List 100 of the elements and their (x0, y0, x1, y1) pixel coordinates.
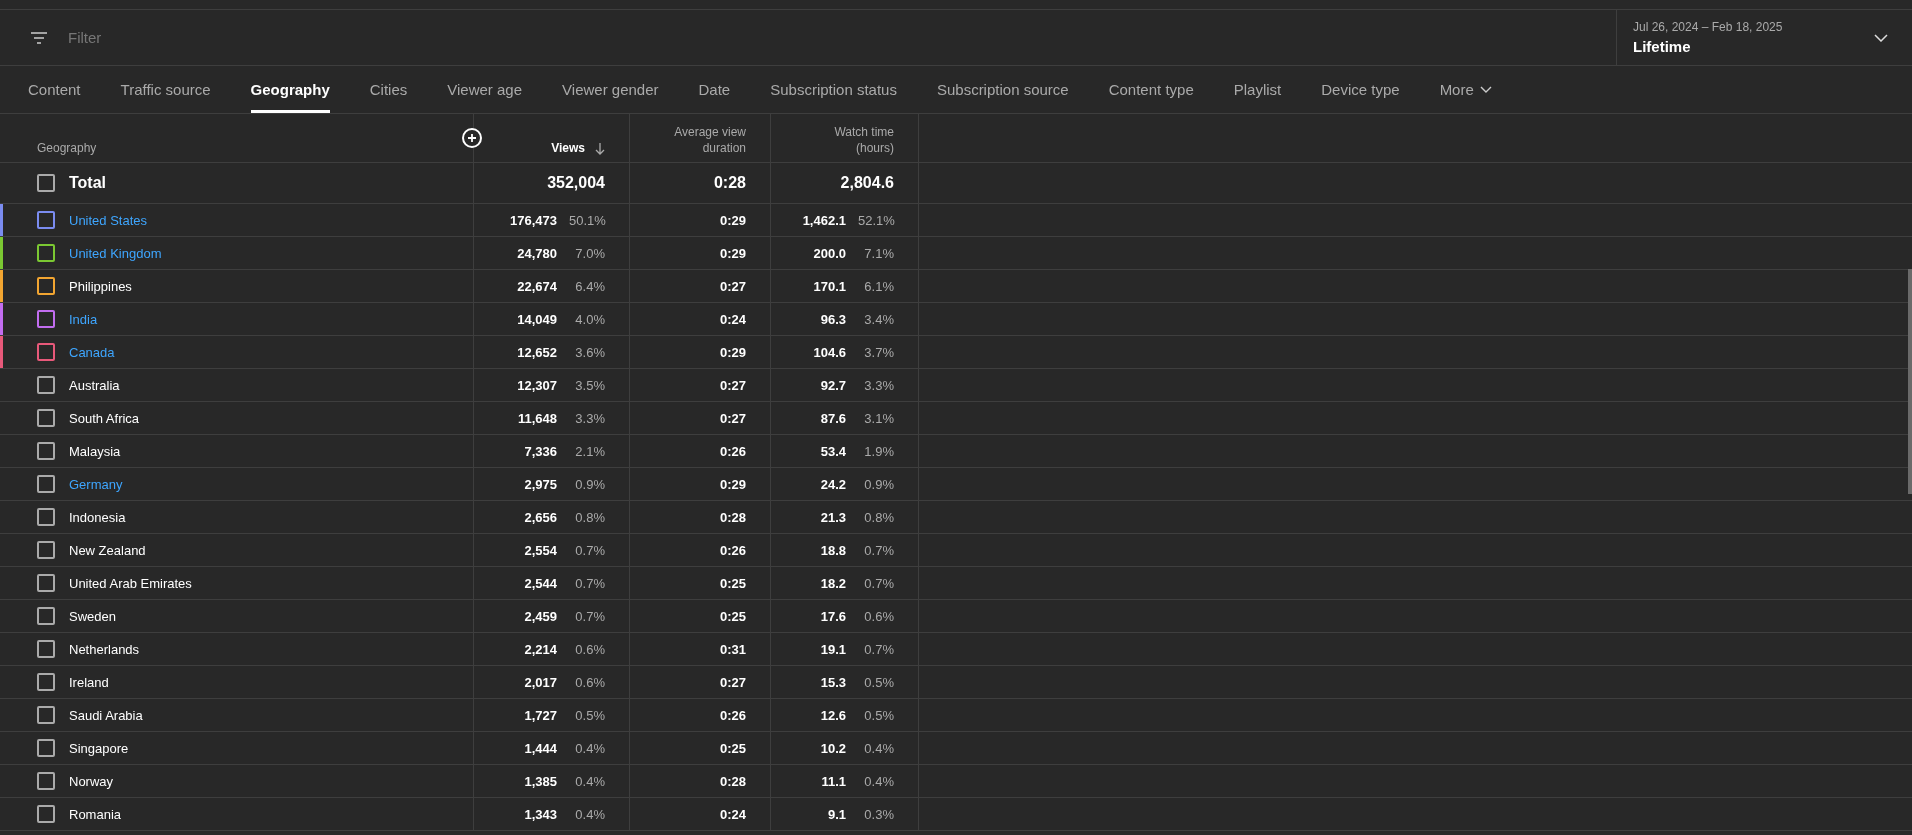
column-header: Average view duration (673, 124, 746, 156)
checkbox[interactable] (37, 574, 55, 592)
total-label: Total (69, 174, 107, 192)
table-cell: 0:29 (719, 245, 746, 261)
table-cell-text: 7.0% (574, 245, 605, 261)
filter-icon[interactable] (30, 30, 48, 45)
add-column-button[interactable] (462, 128, 482, 148)
filter-input[interactable]: Filter (66, 28, 470, 47)
table-cell: 1,343 (524, 806, 557, 822)
column-header[interactable]: Views (551, 140, 585, 156)
checkbox[interactable] (37, 244, 55, 262)
table-cell: 53.4 (820, 443, 846, 459)
table-cell-text: 2.1% (574, 443, 605, 459)
table-cell-text: 3.1% (863, 410, 894, 426)
checkbox[interactable] (37, 772, 55, 790)
table-cell: 7,336 (524, 443, 557, 459)
table-cell: 170.1 (813, 278, 846, 294)
checkbox[interactable] (37, 475, 55, 493)
table-cell-text: 0.7% (863, 575, 894, 591)
checkbox[interactable] (37, 640, 55, 658)
table-cell: 14,049 (517, 311, 557, 327)
tab[interactable]: Content (28, 66, 81, 113)
checkbox[interactable] (37, 673, 55, 691)
table-cell: 22,674 (517, 278, 557, 294)
country-link[interactable]: United Kingdom (69, 245, 162, 261)
table-cell-text: 3.4% (863, 311, 894, 327)
table-cell-text: 0.5% (574, 707, 605, 723)
table-cell-text: 0.7% (863, 641, 894, 657)
table-cell: 2,975 (524, 476, 557, 492)
checkbox[interactable] (37, 343, 55, 361)
table-cell: 11.1 (821, 773, 846, 789)
country-name: Australia (69, 377, 120, 393)
checkbox[interactable] (37, 310, 55, 328)
table-cell: 50.1% (569, 212, 605, 228)
table-cell-text: 0.6% (574, 641, 605, 657)
table-cell-text: 7.1% (863, 245, 894, 261)
table-cell: 0:28 (719, 509, 746, 525)
table-cell: 12.6 (820, 707, 846, 723)
country-name: Philippines (69, 278, 132, 294)
checkbox[interactable] (37, 442, 55, 460)
table-cell-text: 0.4% (574, 740, 605, 756)
tab[interactable]: Viewer gender (562, 66, 659, 113)
country-name: United Arab Emirates (69, 575, 192, 591)
country-name: Netherlands (69, 641, 140, 657)
country-link[interactable]: Canada (69, 344, 115, 360)
tab[interactable]: Content type (1108, 66, 1194, 113)
table-cell-text: 0.7% (863, 542, 894, 558)
checkbox[interactable] (37, 541, 55, 559)
table-cell: 200.0 (813, 245, 846, 261)
checkbox[interactable] (37, 174, 55, 192)
tab[interactable]: Geography (250, 66, 330, 113)
checkbox[interactable] (37, 376, 55, 394)
scrollbar[interactable] (1908, 269, 1912, 494)
table-cell: 52.1% (858, 212, 894, 228)
table-cell: 21.3 (820, 509, 846, 525)
country-link[interactable]: United States (69, 212, 148, 228)
country-name: Sweden (69, 608, 116, 624)
table-cell: 96.3 (820, 311, 846, 327)
table-cell: 0:29 (719, 476, 746, 492)
chevron-down-icon (1479, 86, 1492, 93)
table-cell: 0:29 (719, 212, 746, 228)
country-name: Ireland (69, 674, 109, 690)
table-cell: 0:24 (719, 311, 746, 327)
checkbox[interactable] (37, 739, 55, 757)
tab[interactable]: Cities (369, 66, 408, 113)
table-cell: 0:31 (719, 641, 746, 657)
checkbox[interactable] (37, 508, 55, 526)
checkbox[interactable] (37, 607, 55, 625)
table-cell: 0:28 (713, 174, 746, 192)
table-cell: 19.1 (820, 641, 846, 657)
country-link[interactable]: India (69, 311, 98, 327)
table-cell: 15.3 (820, 674, 846, 690)
checkbox[interactable] (37, 277, 55, 295)
tab[interactable]: More (1439, 66, 1492, 113)
checkbox[interactable] (37, 409, 55, 427)
tab[interactable]: Device type (1321, 66, 1400, 113)
table-cell: 2,554 (524, 542, 557, 558)
table-cell-text: 0.7% (574, 575, 605, 591)
table-cell-text: 3.3% (574, 410, 605, 426)
table-cell-text: 0.4% (574, 773, 605, 789)
tab[interactable]: Playlist (1233, 66, 1282, 113)
table-cell: 1,444 (524, 740, 557, 756)
table-cell: 2,544 (524, 575, 557, 591)
tab[interactable]: Traffic source (120, 66, 211, 113)
tab[interactable]: Date (698, 66, 731, 113)
date-range-dropdown[interactable]: Jul 26, 2024 – Feb 18, 2025 Lifetime (1616, 10, 1912, 65)
table-cell-text: 1.9% (863, 443, 894, 459)
tab[interactable]: Subscription source (936, 66, 1069, 113)
table-cell: 17.6 (820, 608, 846, 624)
tab[interactable]: Viewer age (447, 66, 523, 113)
table-cell-text: 0.4% (863, 740, 894, 756)
checkbox[interactable] (37, 706, 55, 724)
checkbox[interactable] (37, 211, 55, 229)
table-cell: 0:25 (719, 608, 746, 624)
table-cell: 0:27 (719, 410, 746, 426)
country-name: Norway (69, 773, 114, 789)
country-name: Saudi Arabia (69, 707, 143, 723)
checkbox[interactable] (37, 805, 55, 823)
country-link[interactable]: Germany (69, 476, 123, 492)
tab[interactable]: Subscription status (770, 66, 897, 113)
